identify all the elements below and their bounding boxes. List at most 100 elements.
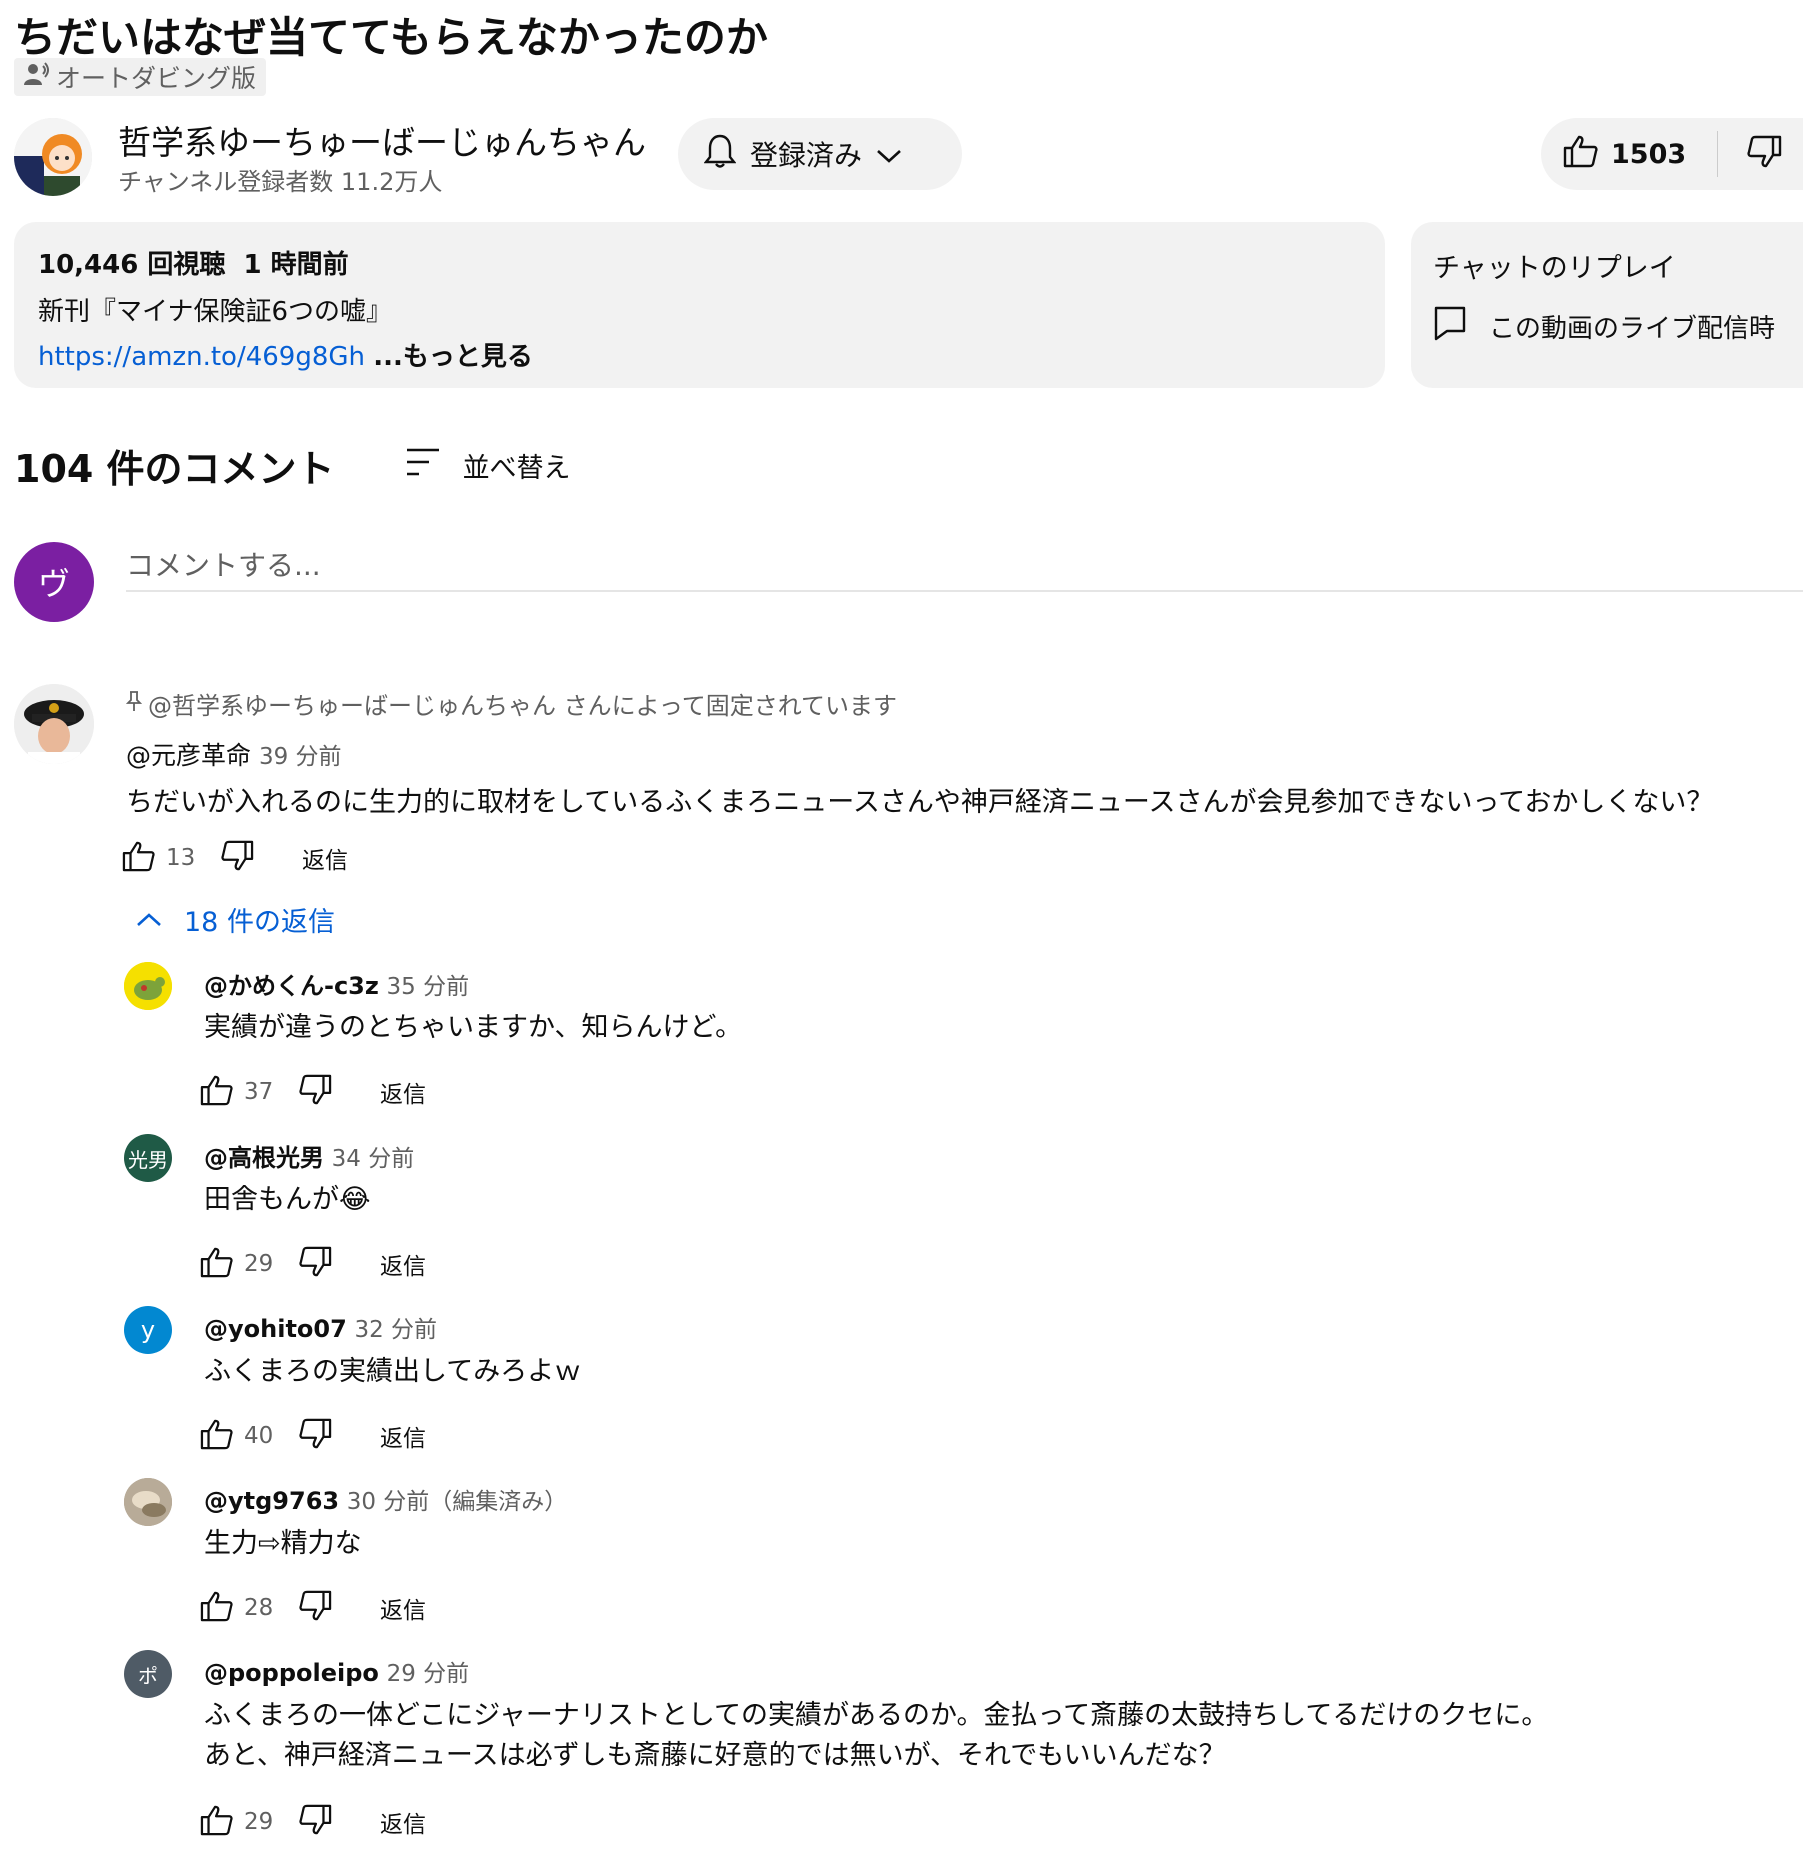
top-comment-avatar[interactable]: [14, 684, 94, 764]
thumbs-up-icon: [1563, 134, 1599, 175]
reply-author[interactable]: @ytg9763: [204, 1487, 339, 1515]
reply-text-line1: ふくまろの一体どこにジャーナリストとしての実績があるのか。金払って斎藤の太鼓持ち…: [204, 1700, 1549, 1731]
replies-toggle[interactable]: 18 件の返信: [136, 900, 335, 939]
my-avatar: ヴ: [14, 542, 94, 622]
comment-author[interactable]: @元彦革命: [126, 741, 251, 770]
comments-header: 104 件のコメント 並べ替え: [14, 438, 571, 492]
comments-count: 104 件のコメント: [14, 446, 335, 491]
reply-header: @poppoleipo 29 分前: [204, 1654, 469, 1688]
comment-like-count: 13: [166, 845, 196, 871]
reply-text: ふくまろの一体どこにジャーナリストとしての実績があるのか。金払って斎藤の太鼓持ち…: [204, 1696, 1548, 1776]
thumbs-down-icon: [1746, 135, 1782, 173]
description-link[interactable]: https://amzn.to/469g8Gh: [38, 342, 365, 372]
description-link-line: https://amzn.to/469g8Gh ...もっと見る: [38, 336, 1361, 373]
reply-header: @ytg9763 30 分前（編集済み）: [204, 1482, 567, 1516]
reply-header: @高根光男 34 分前: [204, 1138, 414, 1173]
reply-avatar[interactable]: ポ: [124, 1650, 172, 1698]
thumbs-up-icon[interactable]: [122, 840, 156, 876]
reply-time[interactable]: 34 分前: [332, 1146, 415, 1172]
pinned-notice: @哲学系ゆーちゅーばーじゅんちゃん さんによって固定されています: [125, 686, 897, 721]
reply-header: @かめくん-c3z 35 分前: [204, 966, 469, 1001]
reply-button[interactable]: 返信: [380, 1419, 426, 1453]
show-more-button[interactable]: ...もっと見る: [373, 342, 533, 372]
reply-button[interactable]: 返信: [380, 1247, 426, 1281]
reply-author[interactable]: @poppoleipo: [204, 1659, 379, 1687]
description-box[interactable]: 10,446 回視聴 1 時間前 新刊『マイナ保険証6つの嘘』 https://…: [14, 222, 1385, 388]
upload-time: 1 時間前: [243, 250, 349, 280]
thumbs-down-icon[interactable]: [298, 1246, 332, 1282]
reply-text: 田舎もんが😂: [204, 1184, 371, 1215]
bell-icon: [703, 133, 737, 176]
reply-like-count: 28: [244, 1595, 274, 1621]
chevron-down-icon: [876, 138, 902, 171]
channel-avatar[interactable]: [14, 118, 92, 196]
chat-replay-title: チャットのリプレイ: [1433, 253, 1676, 284]
chat-replay-row: この動画のライブ配信時: [1433, 305, 1781, 348]
reply-text: 実績が違うのとちゃいますか、知らんけど。: [204, 1012, 743, 1043]
reply-button[interactable]: 返信: [380, 1805, 426, 1839]
reply-time[interactable]: 32 分前: [354, 1317, 437, 1343]
reply-avatar[interactable]: 光男: [124, 1134, 172, 1182]
reply-avatar[interactable]: y: [124, 1306, 172, 1354]
video-title: ちだいはなぜ当ててもらえなかったのか: [14, 13, 768, 62]
reply-like-count: 29: [244, 1809, 274, 1835]
reply-like-count: 37: [244, 1079, 274, 1105]
dubbing-person-icon: [24, 62, 50, 92]
comment-text: ちだいが入れるのに生力的に取材をしているふくまろニュースさんや神戸経済ニュースさ…: [126, 787, 1714, 818]
reply-like-count: 29: [244, 1251, 274, 1277]
description-stats: 10,446 回視聴 1 時間前: [38, 244, 1361, 281]
thumbs-up-icon[interactable]: [200, 1246, 234, 1282]
reply-author[interactable]: @かめくん-c3z: [204, 972, 379, 1000]
description-text: 新刊『マイナ保険証6つの嘘』: [38, 297, 393, 327]
reply-button[interactable]: 返信: [302, 841, 348, 875]
reply-text: ふくまろの実績出してみろよｗ: [204, 1356, 582, 1387]
comment-input[interactable]: [126, 540, 1803, 592]
thumbs-down-icon[interactable]: [298, 1418, 332, 1454]
comment-time[interactable]: 39 分前: [259, 744, 342, 770]
reply-text-line2: あと、神戸経済ニュースは必ずしも斎藤に好意的では無いが、それでもいいんだな？: [204, 1740, 1226, 1771]
thumbs-down-icon[interactable]: [298, 1074, 332, 1110]
thumbs-down-icon[interactable]: [298, 1804, 332, 1840]
pinned-text: @哲学系ゆーちゅーばーじゅんちゃん さんによって固定されています: [148, 692, 897, 720]
reply-time[interactable]: 35 分前: [387, 974, 470, 1000]
chevron-up-icon: [136, 904, 162, 935]
thumbs-down-icon[interactable]: [298, 1590, 332, 1626]
channel-name[interactable]: 哲学系ゆーちゅーばーじゅんちゃん: [118, 116, 646, 164]
pin-icon: [125, 690, 143, 718]
reply-button[interactable]: 返信: [380, 1075, 426, 1109]
reply-actions: 37 返信: [200, 1068, 426, 1116]
reply-time[interactable]: 29 分前: [387, 1661, 470, 1687]
reply-text: 生力⇨精力な: [204, 1528, 362, 1559]
like-count: 1503: [1611, 138, 1687, 170]
top-comment-header: @元彦革命 39 分前: [126, 736, 342, 772]
reply-actions: 40 返信: [200, 1412, 426, 1460]
thumbs-up-icon[interactable]: [200, 1074, 234, 1110]
auto-dubbing-badge[interactable]: オートダビング版: [14, 58, 267, 96]
dub-badge-label: オートダビング版: [56, 64, 257, 93]
chat-replay-panel[interactable]: チャットのリプレイ この動画のライブ配信時: [1411, 222, 1803, 388]
thumbs-up-icon[interactable]: [200, 1804, 234, 1840]
view-count: 10,446 回視聴: [38, 250, 226, 280]
reply-avatar[interactable]: [124, 1478, 172, 1526]
reply-button[interactable]: 返信: [380, 1591, 426, 1625]
reply-avatar[interactable]: [124, 962, 172, 1010]
reply-actions: 29 返信: [200, 1798, 426, 1846]
reply-author[interactable]: @高根光男: [204, 1144, 324, 1172]
sort-button[interactable]: 並べ替え: [405, 446, 571, 485]
thumbs-up-icon[interactable]: [200, 1590, 234, 1626]
reply-time[interactable]: 30 分前（編集済み）: [347, 1489, 568, 1515]
reply-header: @yohito07 32 分前: [204, 1310, 437, 1344]
reply-actions: 28 返信: [200, 1584, 426, 1632]
reply-author[interactable]: @yohito07: [204, 1315, 347, 1343]
like-dislike-group: 1503: [1541, 118, 1803, 190]
dislike-button[interactable]: [1718, 135, 1782, 173]
chat-bubble-icon: [1433, 305, 1467, 348]
channel-row: 哲学系ゆーちゅーばーじゅんちゃん チャンネル登録者数 11.2万人 登録済み 1…: [14, 110, 1803, 200]
like-button[interactable]: 1503: [1541, 134, 1717, 175]
replies-count-label: 18 件の返信: [184, 907, 335, 938]
reply-actions: 29 返信: [200, 1240, 426, 1288]
thumbs-up-icon[interactable]: [200, 1418, 234, 1454]
subscribed-button[interactable]: 登録済み: [678, 118, 962, 190]
thumbs-down-icon[interactable]: [220, 840, 254, 876]
subscribed-label: 登録済み: [750, 139, 863, 172]
